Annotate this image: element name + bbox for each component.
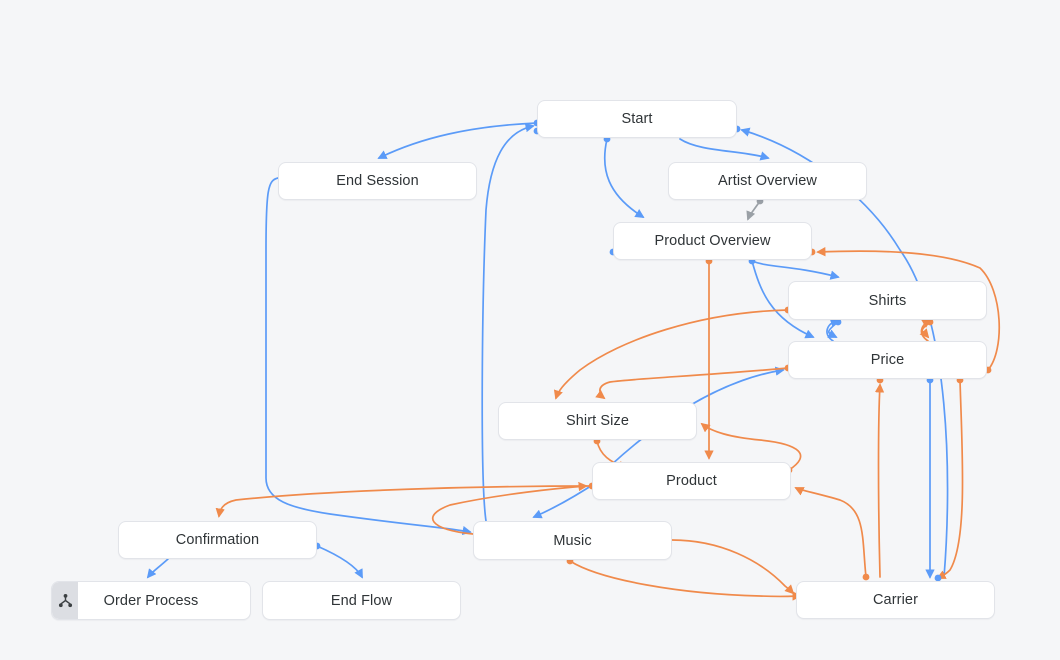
edge-start-product-overview xyxy=(605,139,643,217)
node-artist-overview[interactable]: Artist Overview xyxy=(668,162,867,200)
sitemap-icon xyxy=(52,582,78,619)
node-start[interactable]: Start xyxy=(537,100,737,138)
node-label-product: Product xyxy=(666,473,717,489)
node-product[interactable]: Product xyxy=(592,462,791,500)
node-music[interactable]: Music xyxy=(473,521,672,560)
node-label-price: Price xyxy=(871,352,905,368)
node-end-flow[interactable]: End Flow xyxy=(262,581,461,620)
edge-product-music xyxy=(534,480,600,517)
edge-artist-overview-product-overview xyxy=(748,201,760,219)
edge-layer xyxy=(0,0,1060,660)
node-label-carrier: Carrier xyxy=(873,592,918,608)
edge-music-start xyxy=(482,126,533,521)
node-label-start: Start xyxy=(621,111,652,127)
edge-start-artist-overview xyxy=(680,139,768,158)
edge-shirts-price xyxy=(829,322,838,337)
edge-end-session-start-loop xyxy=(266,178,470,532)
edge-product-overview-shirts xyxy=(752,261,838,277)
node-label-end-session: End Session xyxy=(336,173,419,189)
node-end-session[interactable]: End Session xyxy=(278,162,477,200)
node-confirmation[interactable]: Confirmation xyxy=(118,521,317,559)
edge-carrier-product xyxy=(796,488,866,577)
node-label-product-overview: Product Overview xyxy=(654,233,770,249)
node-shirt-size[interactable]: Shirt Size xyxy=(498,402,697,440)
edge-shirts-shirt-size xyxy=(556,310,788,398)
edge-price-shirts-blue xyxy=(827,320,838,341)
node-product-overview[interactable]: Product Overview xyxy=(613,222,812,260)
edge-confirmation-end-flow xyxy=(317,546,362,577)
flow-diagram-canvas[interactable]: Start End Session Artist Overview Product O… xyxy=(0,0,1060,660)
edge-price-shirts-orange xyxy=(921,320,930,341)
edge-product-confirmation xyxy=(219,486,592,516)
node-label-end-flow: End Flow xyxy=(331,593,392,609)
node-carrier[interactable]: Carrier xyxy=(796,581,995,619)
node-label-artist-overview: Artist Overview xyxy=(718,173,817,189)
node-price[interactable]: Price xyxy=(788,341,987,379)
node-label-shirts: Shirts xyxy=(869,293,907,309)
node-label-music: Music xyxy=(553,533,591,549)
node-label-order-process: Order Process xyxy=(104,593,199,609)
node-shirts[interactable]: Shirts xyxy=(788,281,987,320)
edge-start-end-session xyxy=(379,123,537,158)
edge-group-gray xyxy=(748,201,760,219)
edge-confirmation-order-process xyxy=(148,559,168,577)
edge-price-shirt-size xyxy=(600,368,788,398)
node-order-process[interactable]: Order Process xyxy=(51,581,251,620)
node-label-shirt-size: Shirt Size xyxy=(566,413,629,429)
edge-price-carrier-orange xyxy=(938,380,963,578)
edge-carrier-price xyxy=(879,385,881,577)
node-label-confirmation: Confirmation xyxy=(176,532,259,548)
edge-shirts-price-orange xyxy=(922,322,930,337)
edge-music-carrier xyxy=(570,561,800,596)
edge-music-carrier-2 xyxy=(672,540,793,593)
